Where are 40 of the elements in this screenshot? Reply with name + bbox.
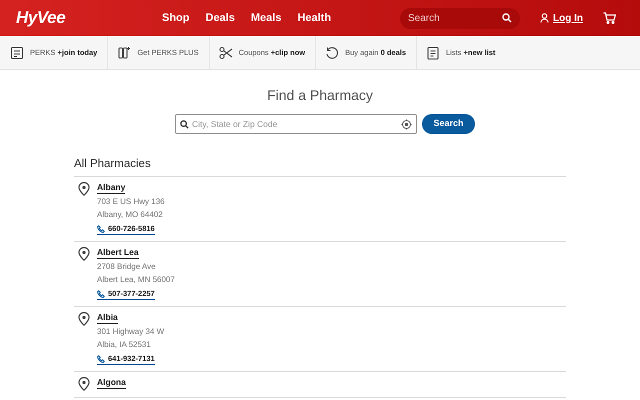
phone-icon	[97, 354, 105, 362]
city-state-zip: Albia, IA 52531	[97, 339, 152, 351]
card-icon	[10, 46, 24, 60]
logo[interactable]: HyVee	[16, 5, 162, 31]
phone-icon	[97, 224, 105, 232]
user-icon	[540, 13, 549, 23]
pharmacy-name-link[interactable]: Albany	[97, 181, 126, 194]
pharmacy-name-link[interactable]: Albia	[97, 311, 118, 324]
location-pin-icon	[78, 377, 90, 391]
city-state-zip: Albert Lea, MN 56007	[97, 274, 175, 286]
crosshair-icon[interactable]	[401, 118, 412, 130]
location-input[interactable]: City, State or Zip Code	[192, 118, 398, 130]
street-address: 703 E US Hwy 136	[97, 196, 165, 208]
page-title: Find a Pharmacy	[266, 86, 374, 105]
street-address: 2708 Bridge Ave	[97, 261, 157, 273]
search-icon	[180, 120, 189, 128]
pharmacy-name-link[interactable]: Algona	[97, 376, 126, 389]
location-pin-icon	[78, 247, 90, 261]
search-button[interactable]: Search	[422, 114, 475, 134]
card-plus-icon	[117, 46, 132, 60]
location-search-field[interactable]: City, State or Zip Code	[175, 114, 417, 134]
pharmacy-name-link[interactable]: Albert Lea	[97, 246, 139, 259]
location-pin-icon	[78, 182, 90, 196]
scissors-icon	[218, 46, 233, 60]
refresh-icon	[325, 46, 340, 60]
cart-icon[interactable]	[603, 12, 616, 24]
city-state-zip: Albany, MO 64402	[97, 209, 164, 221]
street-address: 301 Highway 34 W	[97, 326, 164, 338]
login-link[interactable]: Log In	[540, 10, 583, 26]
nav-link[interactable]: Health	[297, 10, 332, 26]
nav-link[interactable]: Shop	[162, 10, 190, 26]
location-pin-icon	[78, 312, 90, 326]
nav-link[interactable]: Meals	[250, 10, 282, 26]
phone-icon	[97, 290, 105, 298]
search-input[interactable]: Search	[408, 10, 502, 26]
search-icon[interactable]	[502, 13, 512, 23]
nav-link[interactable]: Deals	[206, 10, 235, 26]
list-heading: All Pharmacies	[74, 157, 566, 177]
search-field[interactable]: Search	[400, 8, 520, 28]
list-icon	[426, 46, 440, 60]
